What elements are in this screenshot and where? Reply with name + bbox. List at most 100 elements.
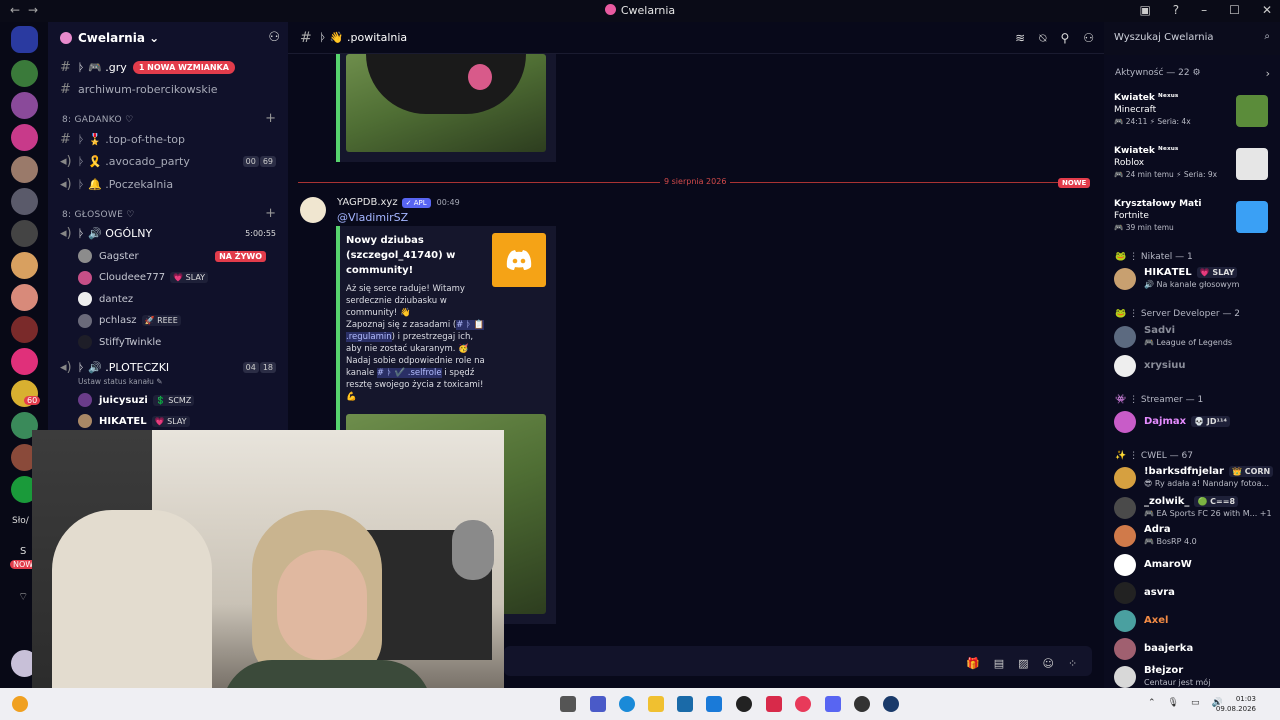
voice-user[interactable]: juicysuzi 💲 SCMZ bbox=[78, 390, 288, 410]
steam-icon[interactable] bbox=[883, 696, 899, 712]
member-list-icon[interactable]: ⚇ bbox=[1083, 31, 1094, 46]
activity-card[interactable]: Kwiatek ᴺᵉˣᵘˢ Minecraft 🎮 24:11 ⚡ Seria: 4… bbox=[1114, 93, 1280, 127]
voice-user[interactable]: Cloudeee777 💗 SLAY bbox=[78, 268, 288, 288]
minimize-button[interactable]: – bbox=[1201, 3, 1207, 17]
server-icon[interactable] bbox=[11, 252, 38, 279]
member-item[interactable]: Sadvi 🎮 League of Legends bbox=[1114, 323, 1280, 353]
category-gadanko[interactable]: 8: GADANKO ♡ bbox=[62, 115, 133, 125]
emoji-icon[interactable]: ☺ bbox=[1043, 657, 1054, 670]
channel-top[interactable]: # ᚦ 🎖️ .top-of-the-top bbox=[48, 129, 288, 149]
member-item[interactable]: !barksdfnjelar 👑 CORN 😎 Ry adała a! Nandan… bbox=[1114, 464, 1280, 494]
member-item[interactable]: AmaroW bbox=[1114, 551, 1280, 581]
group-header: 👾 ⋮ Streamer — 1 bbox=[1115, 395, 1204, 405]
activity-card[interactable]: Kwiatek ᴺᵉˣᵘˢ Roblox 🎮 24 min temu ⚡ Seria… bbox=[1114, 146, 1280, 180]
avatar bbox=[1114, 268, 1136, 290]
weather-icon[interactable] bbox=[12, 696, 28, 712]
threads-icon[interactable]: ≋ bbox=[1015, 31, 1025, 46]
member-item[interactable]: baajerka bbox=[1114, 635, 1280, 665]
voice-user[interactable]: Gagster NA ŻYWO bbox=[78, 246, 288, 266]
mute-bell-icon[interactable]: ⍉ bbox=[1039, 31, 1046, 46]
member-item[interactable]: xrysiuu bbox=[1114, 352, 1280, 382]
user-mention[interactable]: @VladimirSZ bbox=[337, 211, 408, 224]
avatar bbox=[1114, 525, 1136, 547]
live-badge: NA ŻYWO bbox=[215, 250, 266, 262]
speaker-icon: ◂) bbox=[60, 359, 72, 375]
voice-user[interactable]: dantez bbox=[78, 289, 288, 309]
guild-header[interactable]: Cwelarnia ⌄ ⚇ bbox=[48, 22, 288, 54]
discord-taskbar-icon[interactable] bbox=[825, 696, 841, 712]
channel-avocado[interactable]: ◂) ᚦ 🎗️ .avocado_party 00 69 bbox=[48, 151, 288, 171]
voice-user[interactable]: StiffyTwinkle bbox=[78, 332, 288, 352]
member-item[interactable]: Dajmax 💀 JD¹¹⁴ bbox=[1114, 408, 1280, 438]
server-icon[interactable] bbox=[11, 60, 38, 87]
inbox-icon[interactable]: ▣ bbox=[1139, 3, 1150, 17]
embed-title: Nowy dziubas (szczegol_41740) w communit… bbox=[346, 235, 456, 276]
outlook-icon[interactable] bbox=[706, 696, 722, 712]
maximize-button[interactable]: ☐ bbox=[1229, 3, 1240, 17]
server-icon[interactable] bbox=[11, 316, 38, 343]
group-header: 🐸 ⋮ Nikatel — 1 bbox=[1115, 252, 1193, 262]
taskbar-app-icon[interactable] bbox=[560, 696, 576, 712]
activity-card[interactable]: Kryształowy Mati Fortnite 🎮 39 min temu bbox=[1114, 199, 1280, 233]
channel-status[interactable]: Ustaw status kanału ✎ bbox=[78, 377, 163, 386]
channel-gry[interactable]: # ᚦ 🎮 .gry 1 NOWA WZMIANKA bbox=[48, 57, 288, 77]
member-item[interactable]: _zolwik_ 🟢 C==8 🎮 EA Sports FC 26 with M..… bbox=[1114, 494, 1280, 524]
server-label[interactable]: S bbox=[20, 546, 26, 557]
app-tag: ✓ APL bbox=[401, 197, 431, 208]
search-input[interactable]: Wyszukaj Cwelarnia bbox=[1114, 32, 1214, 43]
create-channel-icon[interactable]: + bbox=[265, 111, 276, 126]
channel-ogolny[interactable]: ◂) ᚦ 🔊 OGÓLNY 5:00:55 bbox=[48, 223, 288, 243]
channel-archiwum[interactable]: # archiwum-robercikowskie bbox=[48, 79, 288, 99]
hash-icon: # bbox=[60, 59, 71, 75]
gif-icon[interactable]: ▤ bbox=[994, 657, 1004, 670]
hash-icon: # bbox=[60, 131, 71, 147]
explorer-icon[interactable] bbox=[648, 696, 664, 712]
server-icon[interactable] bbox=[11, 284, 38, 311]
server-icon[interactable] bbox=[11, 156, 38, 183]
voice-user[interactable]: ΗΙΚΑΤΕL 💗 SLAY bbox=[78, 411, 288, 431]
chevron-right-icon[interactable]: › bbox=[1266, 67, 1270, 80]
voice-user[interactable]: pchlasz 🚀 REEE bbox=[78, 311, 288, 331]
taskbar-clock[interactable]: 01:03 09.08.2026 bbox=[1216, 694, 1256, 714]
edge-icon[interactable] bbox=[619, 696, 635, 712]
wifi-icon: ⌔ bbox=[18, 590, 29, 603]
help-icon[interactable]: ? bbox=[1173, 3, 1179, 17]
close-button[interactable]: ✕ bbox=[1262, 3, 1272, 17]
member-item[interactable]: Adra 🎮 BosRP 4.0 bbox=[1114, 522, 1280, 552]
server-icon[interactable] bbox=[11, 124, 38, 151]
user-tag: 💗 SLAY bbox=[170, 272, 209, 283]
search-box[interactable]: Wyszukaj Cwelarnia ⌕ bbox=[1104, 27, 1280, 49]
member-item[interactable]: ΗΙΚΑΤΕL 💗 SLAY 🔊 Na kanale głosowym bbox=[1114, 265, 1280, 295]
server-icon[interactable] bbox=[11, 220, 38, 247]
chatgpt-icon[interactable] bbox=[736, 696, 752, 712]
channel-poczekalnia[interactable]: ◂) ᚦ 🔔 .Poczekalnia bbox=[48, 174, 288, 194]
apps-icon[interactable]: ⁘ bbox=[1068, 657, 1077, 670]
gift-icon[interactable]: 🎁 bbox=[966, 657, 980, 670]
app-icon[interactable] bbox=[766, 696, 782, 712]
server-icon[interactable] bbox=[11, 348, 38, 375]
member-item[interactable]: asvra bbox=[1114, 579, 1280, 609]
sticker-icon[interactable]: ▨ bbox=[1018, 657, 1028, 670]
server-icon[interactable] bbox=[11, 92, 38, 119]
activity-header[interactable]: Aktywność — 22 ⚙ bbox=[1115, 68, 1201, 78]
member-activity: 😎 Ry adała a! Nandany fotoa... bbox=[1144, 479, 1270, 488]
opera-icon[interactable] bbox=[795, 696, 811, 712]
system-tray[interactable]: ⌃ 🎙 ▭ 🔊 bbox=[1148, 698, 1223, 708]
pin-icon[interactable]: ⚲ bbox=[1060, 31, 1069, 46]
channel-ploteczki[interactable]: ◂) ᚦ 🔊 .PLOTECZKI 04 18 bbox=[48, 357, 288, 377]
member-item[interactable]: Axel bbox=[1114, 607, 1280, 637]
store-icon[interactable] bbox=[677, 696, 693, 712]
mic-icon: 🎙 bbox=[1167, 698, 1179, 708]
category-glosowe[interactable]: 8: GŁOSOWE ♡ bbox=[62, 210, 135, 220]
home-button[interactable] bbox=[11, 26, 38, 53]
dog-photo[interactable] bbox=[346, 54, 546, 152]
channel-link-selfrole[interactable]: # ᚦ ✔️ .selfrole bbox=[376, 368, 442, 378]
teams-icon[interactable] bbox=[590, 696, 606, 712]
author-name[interactable]: YAGPDB.xyz bbox=[337, 197, 398, 208]
obs-icon[interactable] bbox=[854, 696, 870, 712]
bot-avatar[interactable] bbox=[300, 197, 326, 223]
create-channel-icon[interactable]: + bbox=[265, 206, 276, 221]
invite-people-icon[interactable]: ⚇ bbox=[268, 30, 280, 45]
server-icon[interactable] bbox=[11, 188, 38, 215]
server-label[interactable]: Sło/ bbox=[12, 516, 29, 526]
